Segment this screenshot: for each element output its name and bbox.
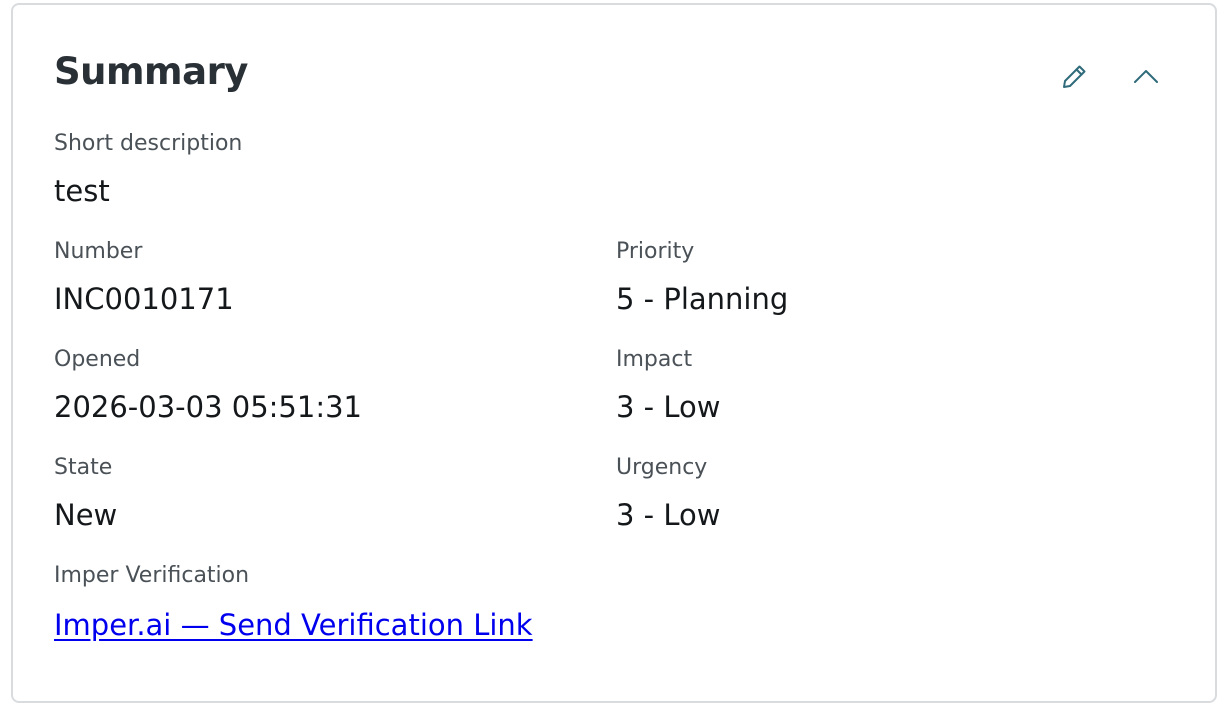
- field-state: State New: [54, 453, 117, 535]
- summary-card: Summary Short description test Number IN…: [11, 3, 1217, 703]
- field-value: test: [54, 174, 110, 208]
- field-priority: Priority 5 - Planning: [616, 237, 788, 319]
- page: Summary Short description test Number IN…: [0, 0, 1228, 714]
- field-label: Priority: [616, 239, 695, 264]
- field-urgency: Urgency 3 - Low: [616, 453, 720, 535]
- field-label: Short description: [54, 131, 243, 156]
- field-value: New: [54, 498, 118, 532]
- edit-button[interactable]: [1052, 55, 1096, 99]
- field-number: Number INC0010171: [54, 237, 234, 319]
- pencil-icon: [1058, 61, 1090, 93]
- collapse-button[interactable]: [1124, 55, 1168, 99]
- field-value: 3 - Low: [616, 390, 721, 424]
- send-verification-link[interactable]: Imper.ai — Send Verification Link: [54, 605, 533, 645]
- field-label: Impact: [616, 347, 693, 372]
- chevron-up-icon: [1130, 61, 1162, 93]
- field-label: State: [54, 455, 113, 480]
- field-short-description: Short description test: [54, 129, 242, 211]
- field-opened: Opened 2026-03-03 05:51:31: [54, 345, 362, 427]
- field-label: Number: [54, 239, 143, 264]
- field-label: Opened: [54, 347, 141, 372]
- field-impact: Impact 3 - Low: [616, 345, 720, 427]
- field-value: 2026-03-03 05:51:31: [54, 390, 362, 424]
- field-value: 5 - Planning: [616, 282, 789, 316]
- field-label: Imper Verification: [54, 563, 250, 588]
- card-title: Summary: [54, 50, 248, 93]
- field-value: 3 - Low: [616, 498, 721, 532]
- field-label: Urgency: [616, 455, 708, 480]
- field-value: INC0010171: [54, 282, 234, 316]
- field-imper-verification: Imper Verification Imper.ai — Send Verif…: [54, 561, 533, 645]
